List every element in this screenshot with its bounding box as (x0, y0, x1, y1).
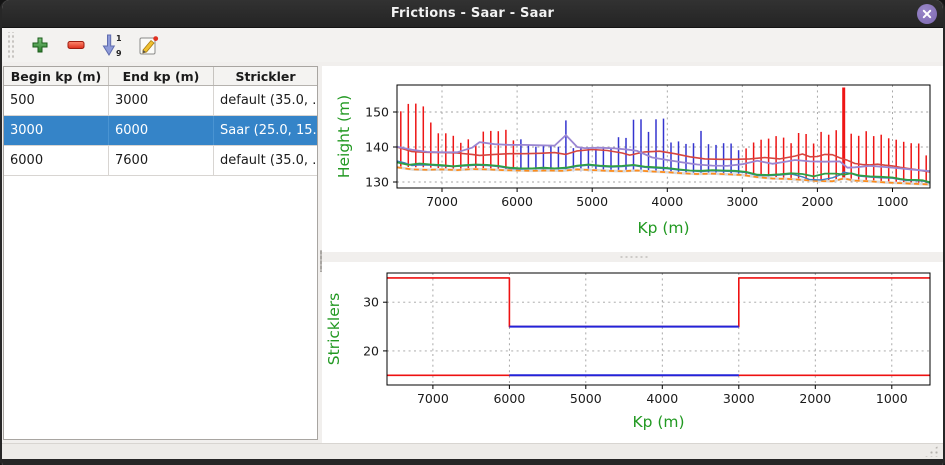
svg-text:4000: 4000 (646, 391, 678, 406)
cell-end-kp: 7600 (109, 146, 214, 175)
frictions-table[interactable]: Begin kp (m) End kp (m) Strickler 500 30… (3, 66, 318, 440)
column-header-strickler[interactable]: Strickler (214, 67, 317, 85)
window-bottom-edge (2, 459, 943, 465)
toolbar-drag-handle[interactable] (6, 32, 15, 58)
cell-begin-kp: 500 (4, 86, 109, 115)
titlebar[interactable]: Frictions - Saar - Saar (2, 0, 943, 28)
svg-text:Kp (m): Kp (m) (637, 219, 689, 237)
table-header-row: Begin kp (m) End kp (m) Strickler (4, 67, 317, 86)
svg-text:6000: 6000 (493, 391, 525, 406)
cell-begin-kp: 3000 (4, 116, 109, 145)
svg-text:20: 20 (363, 343, 379, 358)
svg-text:5000: 5000 (570, 391, 602, 406)
sort-rows-button[interactable]: 1 9 (99, 31, 125, 59)
svg-text:150: 150 (365, 105, 389, 120)
table-row-selected[interactable]: 3000 6000 Saar (25.0, 15.0) (4, 116, 317, 146)
resize-grip[interactable] (924, 445, 939, 457)
frictions-window: Frictions - Saar - Saar (0, 0, 945, 465)
svg-text:7000: 7000 (426, 194, 458, 209)
cell-strickler: default (35.0, … (214, 146, 317, 175)
window-title: Frictions - Saar - Saar (391, 6, 554, 21)
column-header-end-kp[interactable]: End kp (m) (109, 67, 214, 85)
plus-icon (31, 36, 49, 54)
svg-text:2000: 2000 (799, 391, 831, 406)
height-profile-canvas: 7000 6000 5000 4000 3000 2000 1000 130 140 150 Kp … (322, 66, 945, 252)
svg-text:30: 30 (363, 295, 379, 310)
svg-text:7000: 7000 (417, 391, 449, 406)
close-icon (917, 4, 937, 24)
edit-friction-button[interactable] (135, 31, 161, 59)
add-friction-button[interactable] (27, 31, 53, 59)
svg-text:130: 130 (365, 175, 389, 190)
cell-strickler: default (35.0, … (214, 86, 317, 115)
svg-text:3000: 3000 (726, 194, 758, 209)
svg-text:1000: 1000 (877, 194, 909, 209)
svg-text:Height (m): Height (m) (335, 95, 353, 178)
close-button[interactable] (917, 4, 937, 24)
svg-text:5000: 5000 (576, 194, 608, 209)
edit-icon (137, 34, 160, 57)
svg-text:2000: 2000 (801, 194, 833, 209)
table-row[interactable]: 500 3000 default (35.0, … (4, 86, 317, 116)
svg-text:3000: 3000 (723, 391, 755, 406)
svg-text:1000: 1000 (876, 391, 908, 406)
cell-end-kp: 6000 (109, 116, 214, 145)
main-area: Begin kp (m) End kp (m) Strickler 500 30… (2, 62, 943, 443)
svg-text:6000: 6000 (501, 194, 533, 209)
splitter-handle-icon (619, 256, 649, 258)
column-header-begin-kp[interactable]: Begin kp (m) (4, 67, 109, 85)
svg-text:9: 9 (116, 49, 122, 57)
cell-begin-kp: 6000 (4, 146, 109, 175)
horizontal-splitter[interactable] (322, 252, 945, 262)
stricklers-canvas: 7000 6000 5000 4000 3000 2000 1000 20 30 Kp (m) St… (322, 262, 945, 443)
cell-end-kp: 3000 (109, 86, 214, 115)
svg-text:Stricklers: Stricklers (325, 293, 343, 365)
svg-text:1: 1 (116, 34, 122, 43)
table-row[interactable]: 6000 7600 default (35.0, … (4, 146, 317, 176)
remove-friction-button[interactable] (63, 31, 89, 59)
minus-icon (67, 36, 85, 54)
svg-text:140: 140 (365, 140, 389, 155)
svg-text:4000: 4000 (651, 194, 683, 209)
status-bar (2, 443, 943, 459)
sort-numeric-icon: 1 9 (101, 33, 123, 57)
svg-text:Kp (m): Kp (m) (632, 413, 684, 431)
cell-strickler: Saar (25.0, 15.0) (214, 116, 317, 145)
toolbar: 1 9 (2, 28, 943, 62)
